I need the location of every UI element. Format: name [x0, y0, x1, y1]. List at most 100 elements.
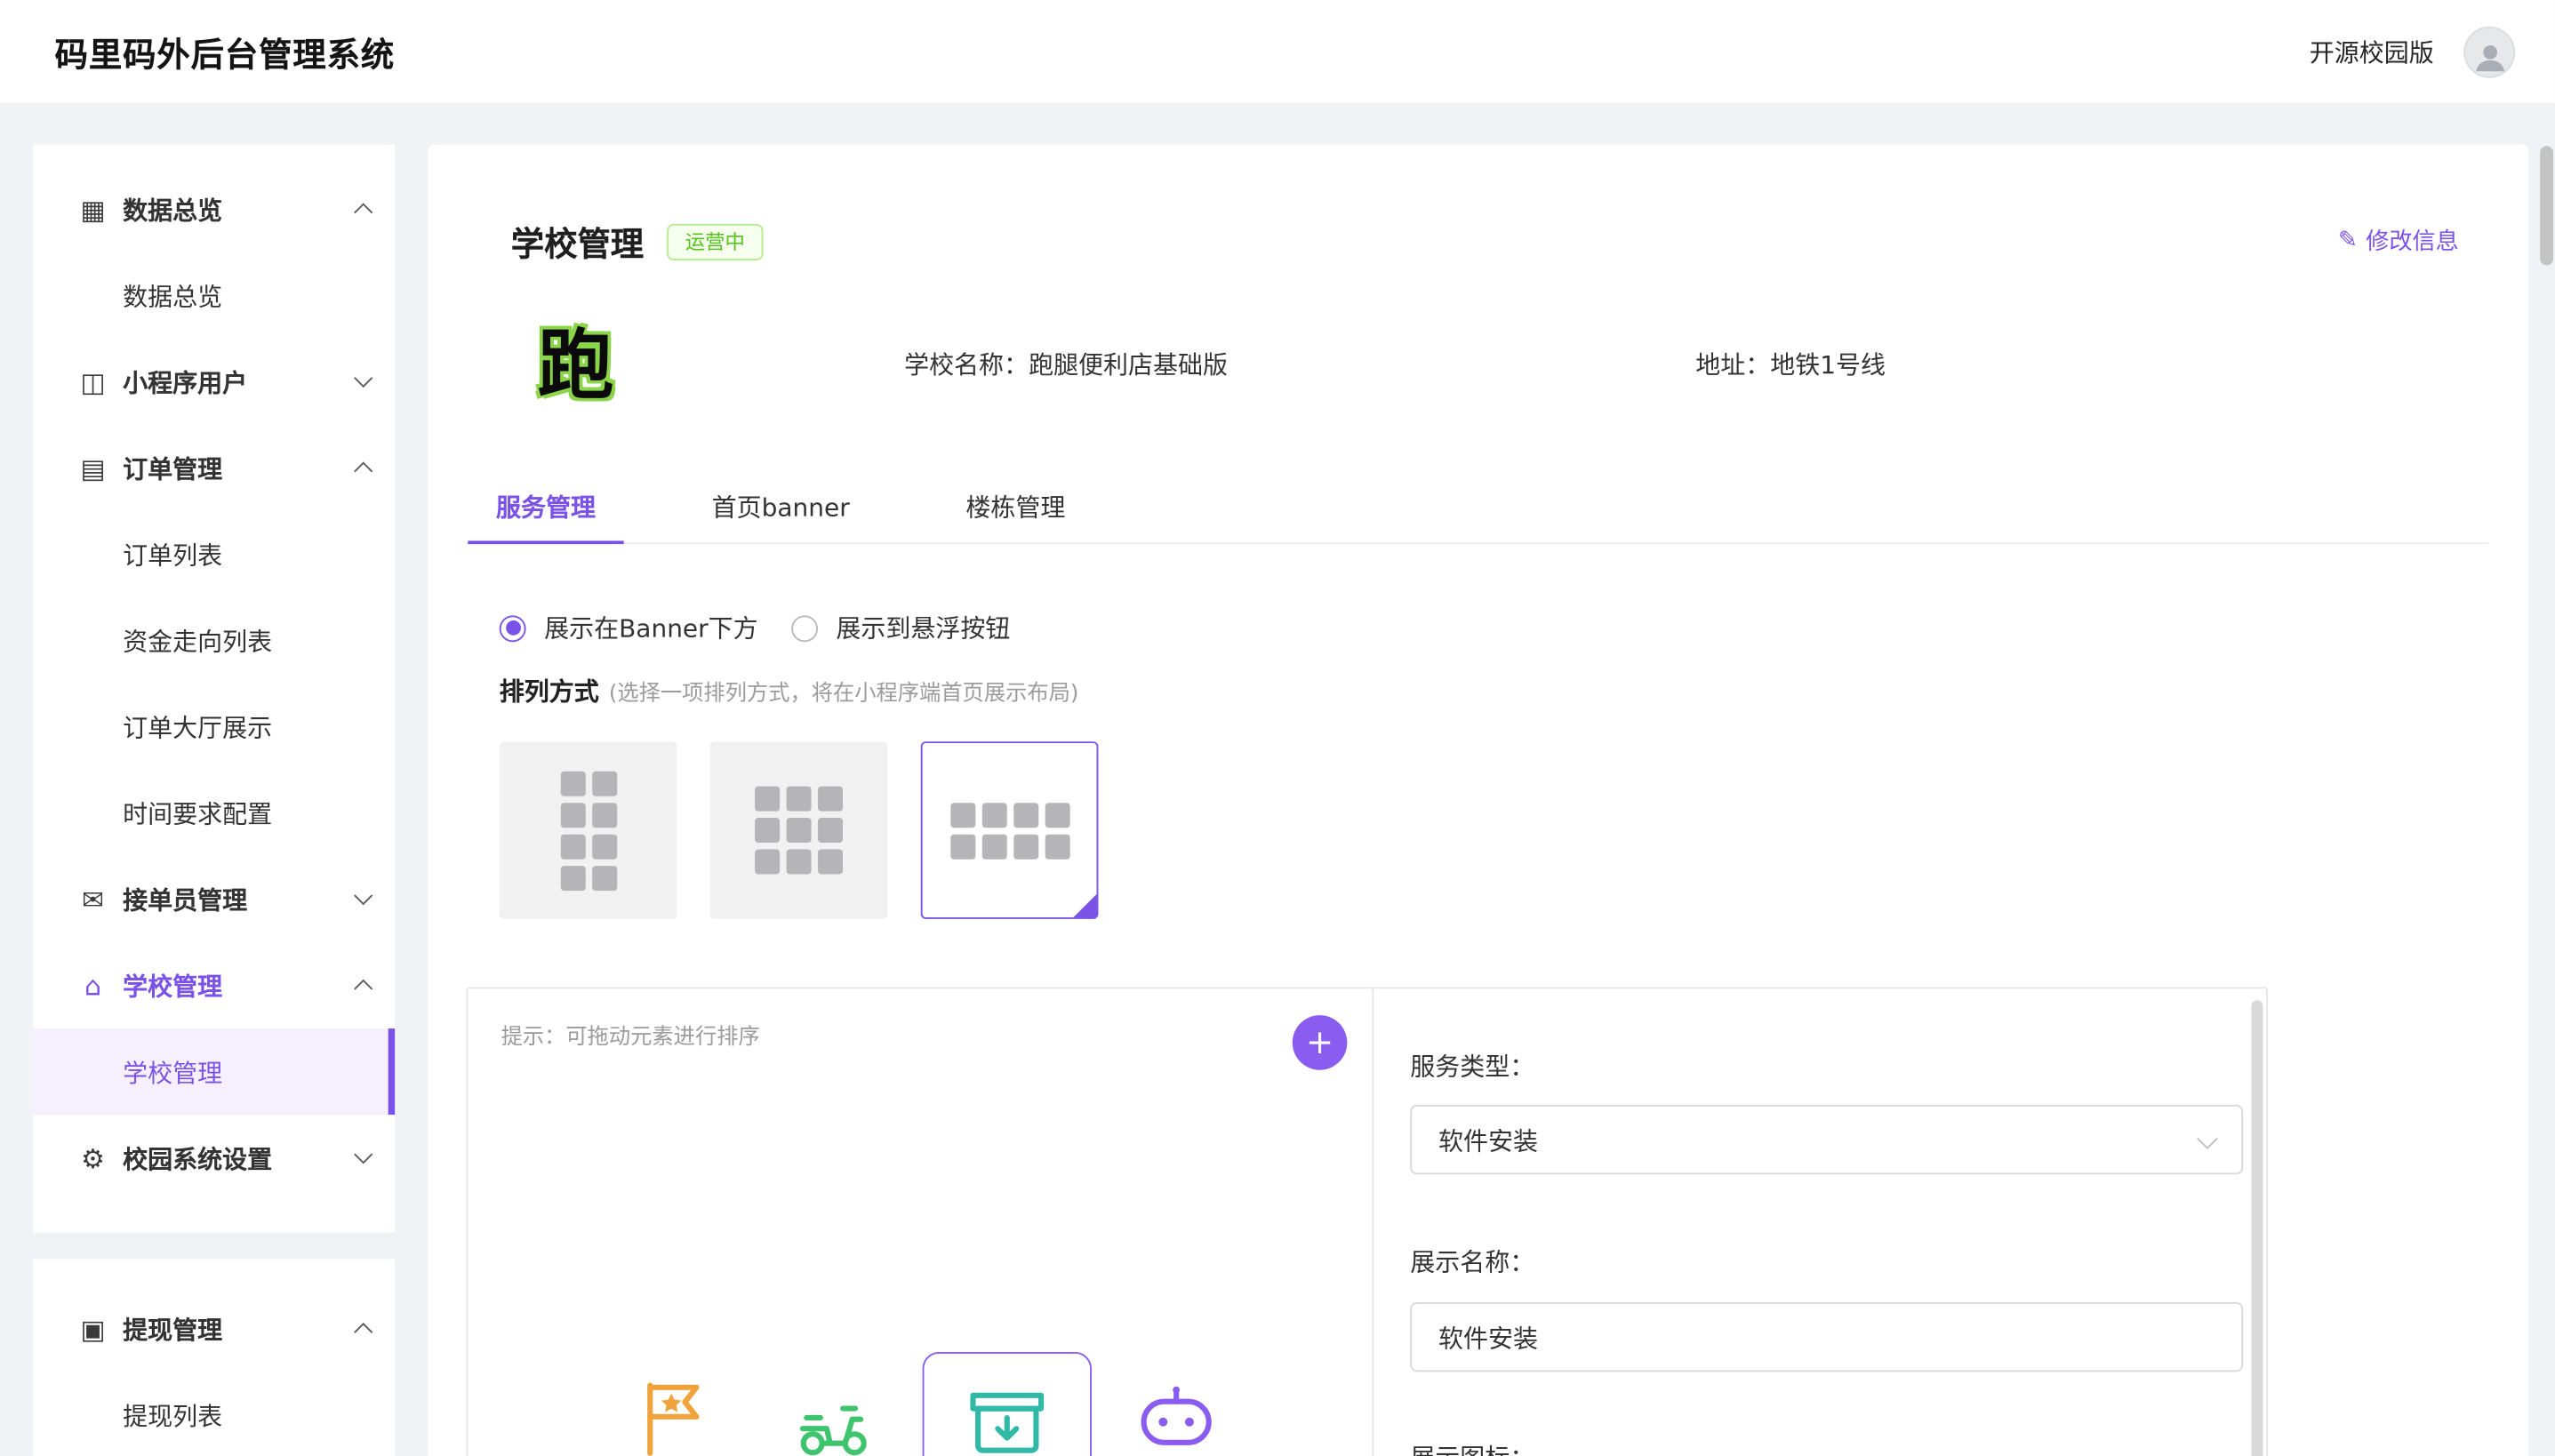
orders-icon: ▤ — [78, 452, 108, 484]
service-type-select[interactable]: 软件安装 — [1410, 1105, 2243, 1174]
radio-floating-button-label: 展示到悬浮按钮 — [836, 611, 1010, 645]
app-root: 码里码外后台管理系统 开源校园版 ▦数据总览数据总览 ◫ 小程序用户 ▤订单管理订单列… — [0, 0, 2555, 1456]
tab-service-management[interactable]: 服务管理 — [468, 484, 623, 542]
sidebar-item-label: 订单大厅展示 — [123, 709, 370, 744]
courier-icon: ✉ — [78, 884, 108, 915]
form-scrollbar[interactable] — [2251, 1000, 2263, 1456]
grid-square — [755, 787, 780, 812]
edit-pencil-icon: ✎ — [2338, 228, 2358, 254]
sort-panel: 提示：可拖动元素进行排序 + — [468, 988, 1374, 1456]
sidebar-item-label: 学校管理 — [123, 1054, 364, 1089]
tab-home-banner[interactable]: 首页banner — [684, 484, 878, 542]
grid-square — [1045, 802, 1069, 827]
radio-selected-icon — [500, 614, 526, 641]
sidebar-item-data-overview-sub[interactable]: 数据总览 — [33, 252, 395, 339]
arrange-label: 排列方式 — [500, 674, 599, 708]
selected-service-box[interactable] — [923, 1352, 1092, 1456]
sidebar-item-order-hall-display[interactable]: 订单大厅展示 — [33, 684, 395, 770]
sidebar-item-courier-management[interactable]: ✉ 接单员管理 — [33, 856, 395, 942]
layout-preview-grid — [560, 771, 616, 890]
users-icon: ◫ — [78, 365, 108, 396]
flag-icon[interactable] — [629, 1372, 722, 1456]
grid-square — [787, 818, 812, 843]
sidebar-item-campus-system-settings[interactable]: ⚙校园系统设置 — [33, 1115, 395, 1201]
grid-square — [755, 849, 780, 874]
sidebar-item-label: 订单列表 — [123, 537, 370, 572]
grid-square — [1013, 834, 1037, 859]
header-right: 开源校园版 — [2310, 26, 2515, 77]
radio-unselected-icon — [791, 614, 818, 641]
layout-option-3col[interactable] — [710, 741, 888, 919]
gamepad-icon[interactable] — [1130, 1375, 1223, 1456]
school-icon: ⌂ — [78, 970, 108, 1001]
grid-square — [560, 865, 585, 890]
sidebar-item-label: 小程序用户 — [123, 364, 356, 399]
grid-square — [591, 834, 616, 859]
user-avatar-icon — [2470, 36, 2510, 76]
grid-square — [787, 849, 812, 874]
service-sort-container: 提示：可拖动元素进行排序 + 服务类型： 软件安装 展示名称： 展示图标： — [466, 987, 2268, 1456]
arrange-hint: (选择一项排列方式，将在小程序端首页展示布局) — [609, 676, 1078, 707]
content-card: 学校管理 运营中 ✎ 修改信息 跑 学校名称：跑腿便利店基础版 地址：地铁1号线… — [428, 144, 2528, 1456]
grid-square — [591, 865, 616, 890]
scooter-icon[interactable] — [787, 1375, 880, 1456]
service-icon-list — [468, 988, 1372, 1456]
service-type-label: 服务类型： — [1410, 1048, 2266, 1083]
radio-floating-button[interactable]: 展示到悬浮按钮 — [791, 611, 1010, 645]
grid-square — [560, 834, 585, 859]
sidebar-item-label: 资金走向列表 — [123, 623, 370, 658]
school-address: 地址：地铁1号线 — [1695, 347, 1886, 381]
gear-icon: ⚙ — [78, 1142, 108, 1173]
sidebar-item-withdraw-management[interactable]: ▣提现管理 — [33, 1285, 395, 1372]
box-download-icon[interactable] — [961, 1377, 1054, 1456]
grid-square — [818, 818, 843, 843]
selected-corner-badge — [1072, 892, 1099, 919]
sidebar-divider — [33, 1233, 395, 1260]
sidebar-item-label: 学校管理 — [123, 968, 356, 1003]
sidebar-item-withdraw-list[interactable]: 提现列表 — [33, 1372, 395, 1456]
top-header: 码里码外后台管理系统 开源校园版 — [0, 0, 2555, 105]
user-avatar[interactable] — [2463, 26, 2515, 77]
grid-square — [560, 802, 585, 827]
chevron-down-icon — [354, 1145, 372, 1164]
radio-banner-below[interactable]: 展示在Banner下方 — [500, 611, 758, 645]
grid-square — [1013, 802, 1037, 827]
sidebar-item-label: 接单员管理 — [123, 882, 356, 916]
sidebar-item-label: 时间要求配置 — [123, 796, 370, 830]
grid-square — [755, 818, 780, 843]
page-scrollbar-thumb[interactable] — [2540, 146, 2553, 265]
page-title: 学校管理 — [511, 217, 644, 265]
display-name-input[interactable] — [1410, 1302, 2243, 1372]
service-form: 服务类型： 软件安装 展示名称： 展示图标： — [1374, 988, 2266, 1456]
grid-square — [949, 802, 974, 827]
sidebar-item-school-management[interactable]: ⌂ 学校管理 — [33, 942, 395, 1028]
chevron-up-icon — [354, 980, 372, 998]
sidebar-item-label: 提现列表 — [123, 1397, 370, 1432]
tab-building-management[interactable]: 楼栋管理 — [938, 484, 1093, 542]
sidebar-item-school-management-sub[interactable]: 学校管理 — [33, 1028, 395, 1115]
grid-square — [591, 771, 616, 796]
school-logo: 跑 — [527, 312, 623, 408]
sidebar-item-time-requirement-config[interactable]: 时间要求配置 — [33, 770, 395, 856]
sidebar-item-label: 提现管理 — [123, 1311, 356, 1346]
layout-option-2col[interactable] — [500, 741, 677, 919]
edit-info-link[interactable]: ✎ 修改信息 — [2338, 224, 2459, 257]
grid-square — [787, 787, 812, 812]
sidebar-block-withdraw: ▣提现管理提现列表 — [33, 1259, 395, 1456]
sidebar-block-main: ▦数据总览数据总览 ◫ 小程序用户 ▤订单管理订单列表资金走向列表订单大厅展示时间要求… — [33, 144, 395, 1232]
grid-square — [560, 771, 585, 796]
chevron-up-icon — [354, 203, 372, 221]
grid-square — [981, 834, 1006, 859]
sidebar-item-data-overview[interactable]: ▦数据总览 — [33, 166, 395, 252]
sidebar-item-order-management[interactable]: ▤订单管理 — [33, 425, 395, 511]
sidebar-item-miniprogram-users[interactable]: ◫ 小程序用户 — [33, 339, 395, 425]
chevron-down-icon — [354, 369, 372, 388]
layout-option-4col[interactable] — [921, 741, 1099, 919]
layout-options — [500, 741, 2528, 919]
page-scrollbar[interactable] — [2540, 144, 2555, 1456]
chevron-up-icon — [354, 1323, 372, 1341]
school-info-row: 跑 学校名称：跑腿便利店基础版 地址：地铁1号线 — [428, 316, 2528, 409]
sidebar-item-fund-flow-list[interactable]: 资金走向列表 — [33, 597, 395, 684]
chevron-up-icon — [354, 461, 372, 480]
sidebar-item-order-list[interactable]: 订单列表 — [33, 511, 395, 597]
